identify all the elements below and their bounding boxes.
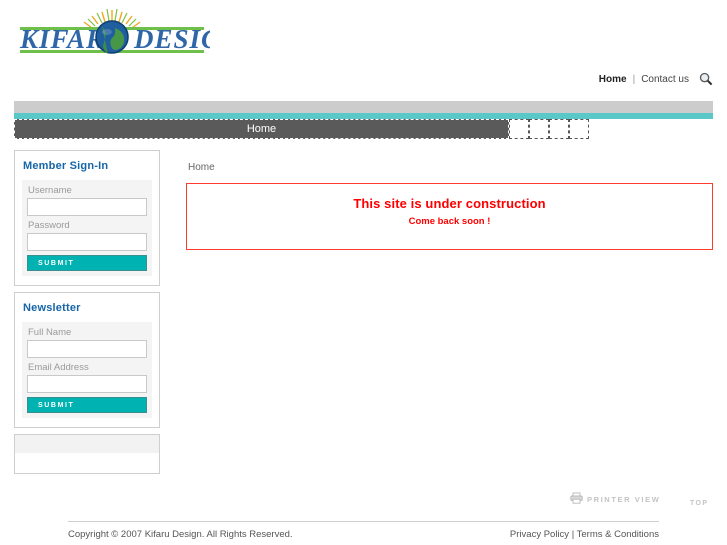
- sidebar: Member Sign-In Username Password SUBMIT …: [14, 150, 160, 474]
- member-signin-form: Username Password SUBMIT: [22, 180, 152, 276]
- footer: Copyright © 2007 Kifaru Design. All Righ…: [0, 529, 727, 545]
- fullname-input[interactable]: [27, 340, 147, 358]
- footer-divider: [68, 521, 659, 522]
- password-input[interactable]: [27, 233, 147, 251]
- notice-subheading: Come back soon !: [408, 216, 491, 227]
- topnav-contact-link[interactable]: Contact us: [641, 74, 689, 85]
- main-content: Home This site is under construction Com…: [186, 150, 713, 250]
- breadcrumb: Home: [188, 162, 215, 173]
- back-to-top-link[interactable]: TOP: [690, 500, 708, 507]
- email-label: Email Address: [28, 362, 89, 373]
- privacy-policy-link[interactable]: Privacy Policy: [510, 529, 569, 540]
- topnav-home-link[interactable]: Home: [599, 74, 627, 85]
- topnav-separator: |: [632, 73, 636, 85]
- logo-graphic: KIFARU DESIGN: [19, 8, 210, 54]
- nav-item-3[interactable]: [529, 119, 549, 139]
- printer-view-label: PRINTER VIEW: [587, 494, 661, 504]
- nav-item-home[interactable]: Home: [14, 119, 509, 139]
- nav-item-5[interactable]: [569, 119, 589, 139]
- main-navigation: Home: [14, 119, 589, 139]
- terms-conditions-link[interactable]: Terms & Conditions: [577, 529, 659, 540]
- member-signin-title: Member Sign-In: [23, 160, 109, 172]
- site-logo[interactable]: KIFARU DESIGN: [14, 4, 210, 60]
- notice-heading: This site is under construction: [353, 196, 546, 211]
- footer-links-separator: |: [571, 529, 575, 540]
- printer-icon: [570, 492, 583, 506]
- username-label: Username: [28, 185, 72, 196]
- printer-view-link[interactable]: PRINTER VIEW: [570, 492, 660, 506]
- header-gray-band: [14, 101, 713, 113]
- svg-text:DESIGN: DESIGN: [133, 24, 210, 54]
- utility-links-row: PRINTER VIEW TOP: [0, 490, 727, 512]
- footer-copyright: Copyright © 2007 Kifaru Design. All Righ…: [68, 529, 293, 540]
- username-input[interactable]: [27, 198, 147, 216]
- password-label: Password: [28, 220, 70, 231]
- member-signin-panel: Member Sign-In Username Password SUBMIT: [14, 150, 160, 286]
- newsletter-panel: Newsletter Full Name Email Address SUBMI…: [14, 292, 160, 428]
- page-root: KIFARU DESIGN Home | Contact us Home: [0, 0, 727, 545]
- nav-item-2[interactable]: [509, 119, 529, 139]
- nav-item-4[interactable]: [549, 119, 569, 139]
- signin-submit-button[interactable]: SUBMIT: [27, 255, 147, 271]
- search-icon[interactable]: [699, 72, 713, 86]
- under-construction-notice: This site is under construction Come bac…: [186, 183, 713, 250]
- newsletter-submit-button[interactable]: SUBMIT: [27, 397, 147, 413]
- fullname-label: Full Name: [28, 327, 72, 338]
- footer-legal-links: Privacy Policy | Terms & Conditions: [510, 529, 659, 540]
- utility-nav: Home | Contact us: [599, 72, 713, 86]
- newsletter-title: Newsletter: [23, 302, 81, 314]
- sidebar-empty-panel-strip: [15, 435, 159, 453]
- email-input[interactable]: [27, 375, 147, 393]
- sidebar-empty-panel: [14, 434, 160, 474]
- newsletter-form: Full Name Email Address SUBMIT: [22, 322, 152, 418]
